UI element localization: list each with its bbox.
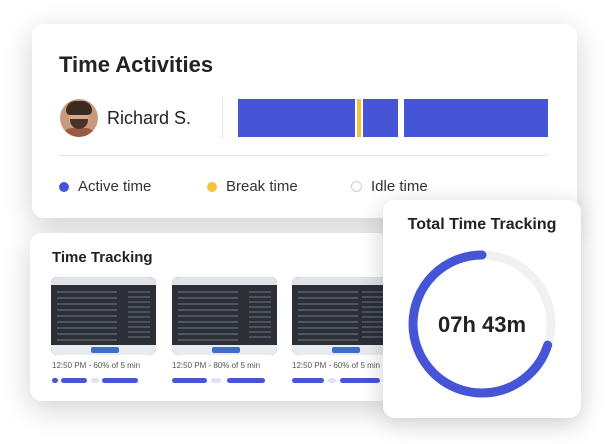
activity-bar — [211, 378, 221, 383]
screenshot-thumbnail[interactable] — [172, 277, 277, 355]
activity-timeline — [238, 99, 548, 137]
activities-title: Time Activities — [59, 52, 214, 77]
legend-label: Break time — [226, 178, 298, 195]
tracking-title: Time Tracking — [52, 249, 153, 266]
divider — [59, 155, 548, 156]
time-tracking-card: Time Tracking 12:50 PM - 60% of 5 min 12… — [30, 233, 390, 401]
activity-bar — [61, 378, 87, 383]
active-segment — [404, 99, 548, 137]
screenshot-caption: 12:50 PM - 60% of 5 min — [292, 361, 381, 370]
activity-bar — [102, 378, 138, 383]
total-time-card: Total Time Tracking 07h 43m — [383, 200, 581, 418]
active-segment — [363, 99, 398, 137]
activity-bar — [172, 378, 207, 383]
user-name: Richard S. — [107, 108, 192, 128]
screenshot-thumbnail[interactable] — [292, 277, 390, 355]
break-segment — [357, 99, 361, 137]
activity-bar — [52, 378, 58, 383]
legend-break: Break time — [207, 178, 298, 195]
legend-label: Active time — [78, 178, 152, 195]
activity-bar — [91, 378, 99, 383]
avatar — [60, 99, 98, 137]
idle-dot-icon — [351, 181, 362, 192]
activity-bar — [227, 378, 265, 383]
screenshot-caption: 12:50 PM - 60% of 5 min — [52, 361, 141, 370]
total-title: Total Time Tracking — [407, 216, 557, 233]
divider — [222, 97, 223, 139]
active-dot-icon — [59, 181, 69, 192]
activity-bar — [340, 378, 380, 383]
activity-bar — [328, 378, 336, 383]
total-time-value: 07h 43m — [437, 312, 527, 337]
screenshot-caption: 12:50 PM - 80% of 5 min — [172, 361, 261, 370]
legend-idle: Idle time — [351, 178, 428, 195]
legend-active: Active time — [59, 178, 151, 195]
break-dot-icon — [207, 181, 217, 192]
legend-label: Idle time — [371, 178, 428, 195]
activity-bar — [292, 378, 324, 383]
time-activities-card: Time Activities Richard S. Active time B… — [32, 24, 577, 218]
screenshot-thumbnail[interactable] — [51, 277, 156, 355]
active-segment — [238, 99, 355, 137]
